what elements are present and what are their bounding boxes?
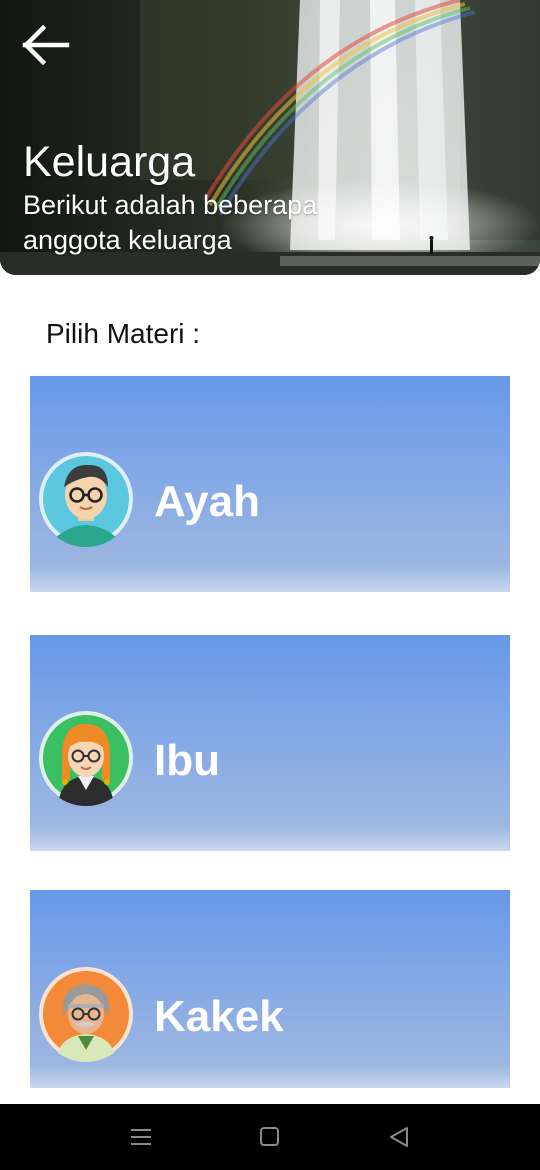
nav-back-button[interactable] (386, 1124, 416, 1150)
page-subtitle: Berikut adalah beberapa anggota keluarga (23, 190, 318, 255)
mother-avatar-icon (38, 710, 134, 806)
card-ayah-label: Ayah (154, 477, 260, 526)
screen: Keluarga Berikut adalah beberapa anggota… (0, 0, 540, 1170)
back-triangle-icon (390, 1127, 408, 1147)
grandfather-avatar-icon (38, 966, 134, 1062)
card-ibu-label: Ibu (154, 736, 220, 785)
nav-home-button[interactable] (257, 1124, 287, 1150)
back-button[interactable] (18, 22, 74, 68)
father-avatar-icon (38, 451, 134, 547)
menu-icon (131, 1129, 151, 1145)
arrow-left-icon (22, 25, 70, 65)
card-kakek-label: Kakek (154, 992, 284, 1041)
system-nav-bar (0, 1104, 540, 1170)
page-title: Keluarga (23, 138, 196, 186)
home-square-icon (260, 1127, 279, 1146)
card-ibu[interactable]: Ibu (30, 635, 510, 851)
card-kakek[interactable]: Kakek (30, 890, 510, 1088)
nav-menu-button[interactable] (128, 1124, 158, 1150)
header-banner: Keluarga Berikut adalah beberapa anggota… (0, 0, 540, 275)
section-label: Pilih Materi : (46, 318, 201, 349)
card-ayah[interactable]: Ayah (30, 376, 510, 592)
